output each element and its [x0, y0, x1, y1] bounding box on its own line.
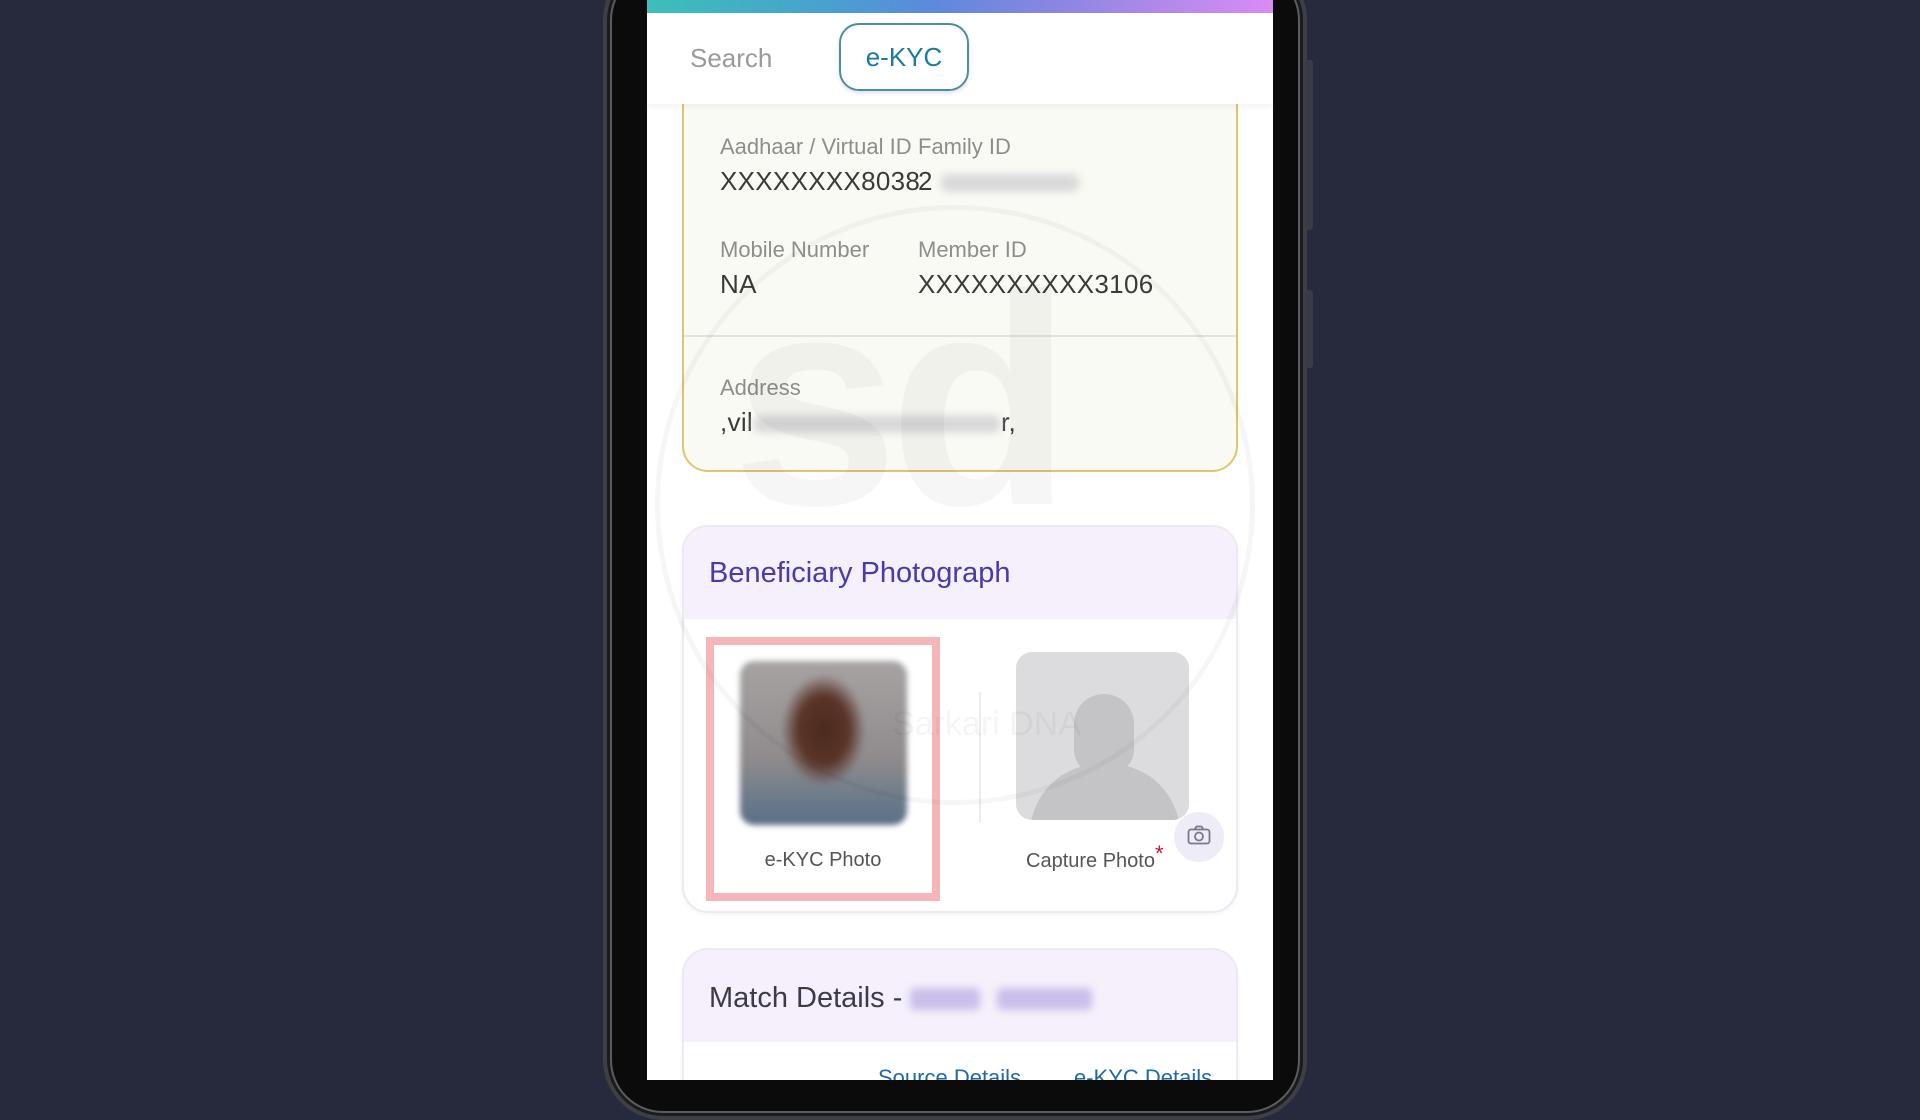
redacted-blur [752, 415, 1001, 434]
ekyc-photo-label: e-KYC Photo [764, 849, 882, 871]
address-label: Address [720, 375, 801, 400]
section-title: Beneficiary Photograph [709, 557, 1011, 589]
required-marker: * [1154, 841, 1164, 866]
card-header: Match Details - [684, 950, 1236, 1042]
card-header: Beneficiary Photograph [684, 527, 1236, 619]
tab-ekyc[interactable]: e-KYC [839, 23, 969, 91]
capture-photo-text: Capture Photo [1026, 850, 1155, 872]
capture-photo-button[interactable] [1174, 812, 1224, 862]
beneficiary-photograph-card: Beneficiary Photograph e-KYC Photo Captu… [682, 525, 1238, 913]
member-id-value: XXXXXXXXXX3106 [918, 269, 1154, 299]
mobile-value: NA [720, 269, 757, 299]
aadhaar-field: Aadhaar / Virtual ID XXXXXXXX8038 [720, 134, 920, 197]
family-id-field: Family ID 2 [918, 134, 1081, 197]
aadhaar-label: Aadhaar / Virtual ID [720, 134, 912, 159]
beneficiary-info-card: Aadhaar / Virtual ID XXXXXXXX8038 Family… [682, 60, 1238, 472]
capture-photo-label: Capture Photo* [1026, 841, 1164, 873]
phone-power-button [1305, 290, 1313, 368]
phone-screen: Search e-KYC Aadhaar / Virtual ID XXXXXX… [647, 0, 1273, 1080]
section-title: Match Details - [709, 982, 1092, 1015]
match-details-title: Match Details - [709, 982, 911, 1014]
family-id-value: 2 [918, 166, 1081, 197]
redacted-blur [940, 174, 1081, 193]
mobile-field: Mobile Number NA [720, 237, 869, 300]
address-value: ,vil r, [720, 407, 1016, 438]
avatar-silhouette-body [1030, 764, 1180, 820]
address-visible-prefix: ,vil [720, 407, 753, 437]
ekyc-photo-highlight: e-KYC Photo [706, 637, 940, 901]
address-field: Address ,vil r, [720, 375, 1016, 438]
scroll-content[interactable]: Aadhaar / Virtual ID XXXXXXXX8038 Family… [647, 0, 1273, 1080]
mobile-label: Mobile Number [720, 237, 870, 262]
family-id-visible-prefix: 2 [918, 166, 933, 196]
family-id-label: Family ID [918, 134, 1011, 159]
info-divider [684, 335, 1236, 337]
address-visible-suffix: r, [1000, 407, 1017, 437]
ekyc-details-link[interactable]: e-KYC Details [1074, 1065, 1212, 1080]
photo-divider [979, 692, 981, 822]
redacted-blur [910, 988, 981, 1011]
match-details-card: Match Details - Source Details e-KYC Det… [682, 948, 1238, 1080]
capture-photo-placeholder[interactable] [1016, 652, 1189, 820]
tab-search[interactable]: Search [690, 43, 772, 74]
phone-volume-button [1305, 60, 1313, 230]
member-id-label: Member ID [918, 237, 1027, 262]
ekyc-photo[interactable] [740, 661, 907, 825]
member-id-field: Member ID XXXXXXXXXX3106 [918, 237, 1153, 300]
avatar-silhouette-icon [1074, 694, 1134, 774]
aadhaar-value: XXXXXXXX8038 [720, 166, 921, 196]
redacted-blur [996, 988, 1092, 1011]
tab-header: Search e-KYC [647, 13, 1273, 104]
camera-icon [1187, 825, 1211, 850]
source-details-link[interactable]: Source Details [878, 1065, 1021, 1080]
